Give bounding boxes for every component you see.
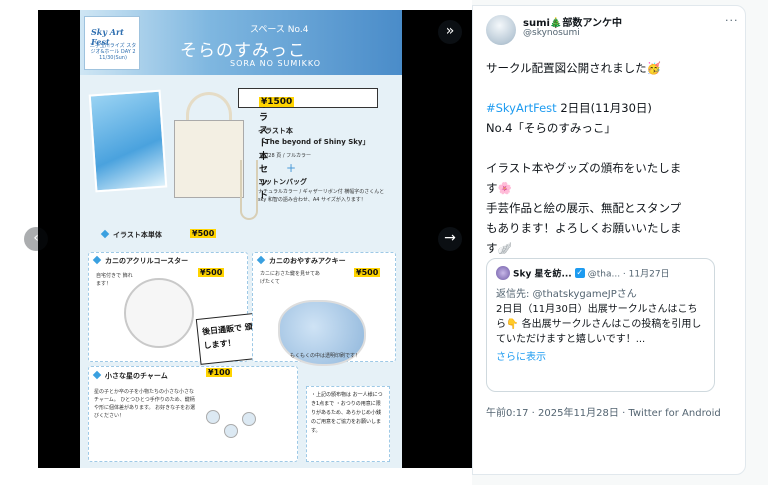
quoted-author-handle: @tha... · 11月27日 [587,269,670,280]
flyer-space-no: スペース No.4 [250,25,309,35]
single-book-price-value: ¥500 [190,229,217,238]
tweet-line: もあります！よろしくお願いいたしま [486,221,682,235]
flyer-brand-box: Sky Art Fest 二子玉川ライズ スタジオ&ホール DAY 2 11/3… [84,16,140,70]
show-more-link[interactable]: さらに表示 [496,348,705,363]
tweet-line: #SkyArtFest 2日目(11月30日) [486,98,736,118]
acrylic-label: カニのおやすみアクキー [269,257,346,265]
more-options-icon[interactable]: ··· [725,14,739,27]
coaster-price: ¥500 [198,268,225,277]
tweet-timestamp[interactable]: 午前0:17 · 2025年11月28日 · Twitter for Andro… [486,406,726,422]
bag-label: コットンバッグ [258,178,307,186]
charm-image [224,424,238,438]
acrylic-price-value: ¥500 [354,268,381,277]
single-book-price: ¥500 [190,229,217,238]
tweet-body: サークル配置図公開されました🥳 #SkyArtFest 2日目(11月30日) … [486,58,736,258]
diamond-icon [92,255,102,265]
charm-price: ¥100 [206,368,233,377]
charm-note: 星の子とか卒の子を小物たちの小さな小さなチャーム。 ひとつひとつ手作りのため、鍵… [94,389,196,419]
diamond-icon [100,229,110,239]
tweet-line: サークル配置図公開されました🥳 [486,61,661,75]
tweet-panel: sumi🎄部数アンケ中 @skynosumi ··· サークル配置図公開されまし… [472,5,746,475]
book-spec: B5/28 頁 / フルカラー [260,153,311,159]
page: Sky Art Fest 二子玉川ライズ スタジオ&ホール DAY 2 11/3… [0,0,768,485]
diamond-icon [92,370,102,380]
prev-image-button[interactable]: ‹ [24,227,48,251]
tote-strap [240,160,258,220]
book-title: 「The beyond of Shiny Sky」 [258,138,370,146]
quoted-tweet[interactable]: Sky 星を紡... ✓ @tha... · 11月27日 返信先: @thatsk… [486,258,715,392]
single-book-label: イラスト本単体 [113,231,162,239]
quoted-tweet-body: 2日目（11月30日）出展サークルさんはこちら👇 各出展サークルさんはこの投稿を… [496,304,702,345]
flyer-title-en: SORA NO SUMIKKO [230,59,321,68]
tweet-line-text: 2日目(11月30日) [556,101,652,115]
flyer-title: そらのすみっこ [180,41,306,61]
coaster-note: 自宅付きで 飾れます！ [96,273,133,287]
tweet-line: 手芸作品と絵の展示、無配とスタンプ [486,201,682,215]
avatar[interactable] [486,15,516,45]
illustration-book-image [88,89,168,193]
tweet-line-blank [486,78,736,98]
acrylic-caption: もくもくの中は透明印刷です！ [290,353,361,359]
author-handle[interactable]: @skynosumi [523,28,580,38]
charm-image [206,410,220,424]
next-image-button[interactable]: → [438,227,462,251]
plus-sign: + [286,161,297,175]
set-price: ¥1500 [259,97,295,107]
purchase-notes: ・上記の頒布物は お一人様につき1点まで ・おつりの用意に限りがあるため、あらか… [306,386,390,462]
tweet-line: イラスト本やグッズの頒布をいたしま [486,161,682,175]
set-badge: イラスト本セット ¥1500 [238,88,378,201]
quoted-author-name: Sky 星を紡... [513,269,572,280]
expand-icon[interactable]: » [438,20,462,44]
coaster-price-value: ¥500 [198,268,225,277]
charm-image [242,412,256,426]
charm-price-value: ¥100 [206,368,233,377]
tweet-line: す🪽 [486,241,512,255]
tote-bag-image [174,120,244,198]
bag-description: ナチュラルカラー / ギャザーリボン付 横幅字のさくんと sky 和智の語み合わ… [258,189,385,203]
author-name[interactable]: sumi🎄部数アンケ中 [523,14,622,29]
book-label: イラスト本 [258,127,293,135]
media-viewer[interactable]: Sky Art Fest 二子玉川ライズ スタジオ&ホール DAY 2 11/3… [0,0,472,485]
verified-icon: ✓ [574,268,585,278]
reply-to: 返信先: @thatskygameJPさん [496,289,637,300]
tweet-line-blank [486,138,736,158]
acrylic-section: カニのおやすみアクキー [256,255,346,266]
quoted-avatar [496,266,510,280]
charm-section: 小さな星のチャーム [92,370,168,381]
quoted-tweet-header: Sky 星を紡... ✓ @tha... · 11月27日 [496,266,705,282]
charm-label: 小さな星のチャーム [105,372,168,380]
coaster-image [124,278,194,348]
coaster-label: カニのアクリルコースター [105,257,189,265]
tweet-line: す🌸 [486,181,512,195]
acrylic-price: ¥500 [354,268,381,277]
flyer-image[interactable]: Sky Art Fest 二子玉川ライズ スタジオ&ホール DAY 2 11/3… [80,10,402,468]
acrylic-note: カニにおさた鍵を見せてあげたくて [260,271,320,285]
tweet-line: No.4「そらのすみっこ」 [486,121,616,135]
coaster-section: カニのアクリルコースター [92,255,189,266]
single-book-section: イラスト本単体 [100,229,162,240]
diamond-icon [256,255,266,265]
flyer-brand-sub: 二子玉川ライズ スタジオ&ホール DAY 2 11/30(Sun) [89,43,137,61]
hashtag-link[interactable]: #SkyArtFest [486,101,557,115]
